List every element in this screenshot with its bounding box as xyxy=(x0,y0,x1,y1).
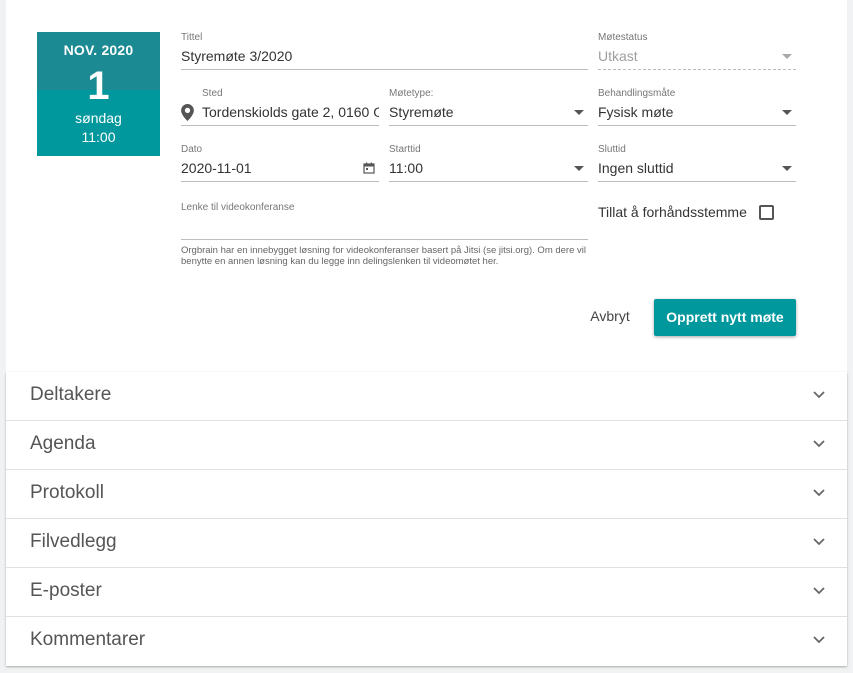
chevron-down-icon xyxy=(574,110,584,115)
title-field[interactable]: Tittel Styremøte 3/2020 xyxy=(181,32,588,70)
handling-field[interactable]: Behandlingsmåte Fysisk møte xyxy=(598,88,796,126)
meeting-type-value: Styremøte xyxy=(389,104,454,120)
panel-attachments[interactable]: Filvedlegg xyxy=(6,519,847,568)
handling-select[interactable]: Fysisk møte xyxy=(598,100,796,126)
chevron-down-icon xyxy=(782,166,792,171)
map-pin-icon xyxy=(181,104,194,121)
handling-value: Fysisk møte xyxy=(598,104,674,120)
expansion-panels: Deltakere Agenda Protokoll Filvedlegg E-… xyxy=(6,372,847,666)
video-link-input[interactable] xyxy=(181,214,588,240)
date-badge: NOV. 2020 1 søndag 11:00 xyxy=(37,32,160,156)
end-time-select[interactable]: Ingen sluttid xyxy=(598,156,796,182)
panel-title: Kommentarer xyxy=(30,629,146,650)
chevron-down-icon xyxy=(782,54,792,59)
video-link-label: Lenke til videokonferanse xyxy=(181,202,295,213)
chevron-down-icon xyxy=(813,538,825,546)
start-time-select[interactable]: 11:00 xyxy=(389,156,588,182)
location-label: Sted xyxy=(202,88,223,99)
allow-prevote-checkbox[interactable] xyxy=(759,205,774,220)
start-time-label: Starttid xyxy=(389,144,421,155)
meeting-type-label: Møtetype: xyxy=(389,88,434,99)
location-input[interactable]: Tordenskiolds gate 2, 0160 Oslo xyxy=(181,100,379,126)
calendar-icon[interactable] xyxy=(363,162,375,174)
video-link-field[interactable]: Lenke til videokonferanse xyxy=(181,202,588,240)
panel-title: Deltakere xyxy=(30,384,112,405)
chevron-down-icon xyxy=(813,489,825,497)
chevron-down-icon xyxy=(574,166,584,171)
panel-emails[interactable]: E-poster xyxy=(6,568,847,617)
panel-title: Filvedlegg xyxy=(30,531,117,552)
title-input[interactable]: Styremøte 3/2020 xyxy=(181,44,588,70)
panel-comments[interactable]: Kommentarer xyxy=(6,617,847,666)
video-helper-text: Orgbrain har en innebygget løsning for v… xyxy=(181,245,586,267)
meeting-form-card: NOV. 2020 1 søndag 11:00 Tittel Styremøt… xyxy=(6,0,847,372)
chevron-down-icon xyxy=(782,110,792,115)
title-label: Tittel xyxy=(181,32,203,43)
panel-participants[interactable]: Deltakere xyxy=(6,372,847,421)
date-value: 2020-11-01 xyxy=(181,160,252,176)
date-badge-day: 1 xyxy=(87,64,110,108)
status-field: Møtestatus Utkast xyxy=(598,32,796,70)
location-field[interactable]: Sted Tordenskiolds gate 2, 0160 Oslo xyxy=(181,88,379,126)
start-time-value: 11:00 xyxy=(389,160,423,176)
status-label: Møtestatus xyxy=(598,32,648,43)
chevron-down-icon xyxy=(813,587,825,595)
meeting-type-field[interactable]: Møtetype: Styremøte xyxy=(389,88,588,126)
status-value: Utkast xyxy=(598,48,638,64)
panel-title: Agenda xyxy=(30,433,96,454)
allow-prevote-label: Tillat å forhåndsstemme xyxy=(598,204,747,220)
end-time-value: Ingen sluttid xyxy=(598,160,674,176)
date-label: Dato xyxy=(181,144,203,155)
panel-title: E-poster xyxy=(30,580,102,601)
panel-title: Protokoll xyxy=(30,482,104,503)
chevron-down-icon xyxy=(813,391,825,399)
chevron-down-icon xyxy=(813,440,825,448)
date-badge-weekday: søndag xyxy=(75,110,122,126)
location-value: Tordenskiolds gate 2, 0160 Oslo xyxy=(202,104,379,120)
start-time-field[interactable]: Starttid 11:00 xyxy=(389,144,588,182)
date-input[interactable]: 2020-11-01 xyxy=(181,156,379,182)
end-time-field[interactable]: Sluttid Ingen sluttid xyxy=(598,144,796,182)
create-meeting-button[interactable]: Opprett nytt møte xyxy=(654,299,796,336)
date-badge-month: NOV. 2020 xyxy=(63,42,134,58)
chevron-down-icon xyxy=(813,636,825,644)
panel-agenda[interactable]: Agenda xyxy=(6,421,847,470)
cancel-button[interactable]: Avbryt xyxy=(582,302,638,330)
meeting-type-select[interactable]: Styremøte xyxy=(389,100,588,126)
end-time-label: Sluttid xyxy=(598,144,626,155)
date-field[interactable]: Dato 2020-11-01 xyxy=(181,144,379,182)
handling-label: Behandlingsmåte xyxy=(598,88,676,99)
date-badge-time: 11:00 xyxy=(81,129,116,145)
panel-protocol[interactable]: Protokoll xyxy=(6,470,847,519)
status-select: Utkast xyxy=(598,44,796,70)
allow-prevote-row[interactable]: Tillat å forhåndsstemme xyxy=(598,204,774,220)
